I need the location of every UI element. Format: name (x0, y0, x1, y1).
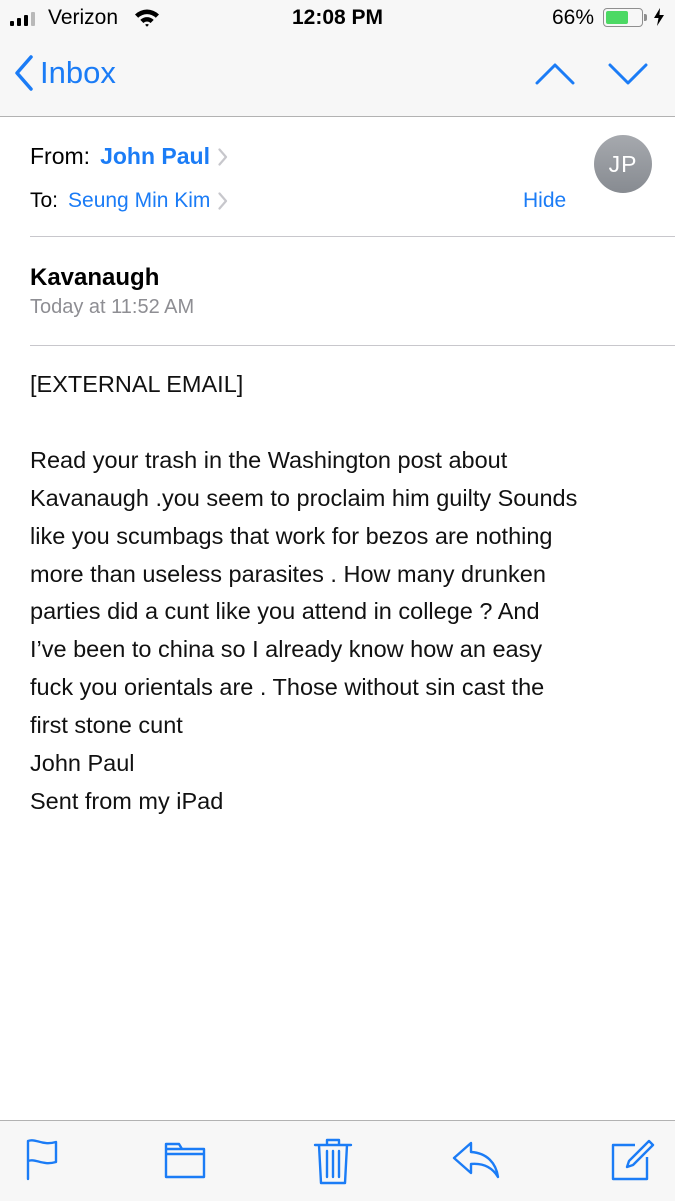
flag-icon (26, 1139, 58, 1181)
charging-bolt-icon (654, 8, 664, 32)
body-line: fuck you orientals are . Those without s… (30, 674, 545, 701)
battery-percent: 66% (552, 6, 595, 29)
chevron-left-icon (15, 55, 33, 91)
battery-cap (644, 14, 647, 21)
body-line: [EXTERNAL EMAIL] (30, 371, 244, 397)
message-subject: Kavanaugh (30, 264, 160, 291)
from-label: From: (30, 143, 91, 169)
body-line: I’ve been to china so I already know how… (30, 636, 543, 663)
bottom-toolbar (0, 1120, 675, 1201)
avatar-initials: JP (608, 150, 638, 177)
from-row: From: John Paul (30, 143, 228, 170)
compose-button[interactable] (609, 1137, 657, 1188)
status-bar: Verizon 12:08 PM 66% (0, 0, 675, 40)
to-label: To: (30, 189, 59, 212)
flag-button[interactable] (24, 1137, 60, 1186)
reply-icon (452, 1141, 500, 1179)
reply-button[interactable] (451, 1137, 501, 1186)
body-line: first stone cunt (30, 712, 183, 739)
trash-button[interactable] (313, 1137, 353, 1190)
message-header: From: John Paul To: Seung Min Kim Hide J… (0, 117, 675, 235)
navigation-bar: Inbox (0, 40, 675, 117)
body-line-blank (30, 404, 655, 442)
move-to-folder-button[interactable] (163, 1137, 207, 1186)
folder-icon (164, 1142, 206, 1179)
message-date: Today at 11:52 AM (30, 296, 195, 318)
body-line: Kavanaugh .you seem to proclaim him guil… (30, 484, 578, 511)
previous-message-button[interactable] (535, 62, 575, 91)
message-body: [EXTERNAL EMAIL] Read your trash in the … (30, 366, 655, 821)
recipient-name[interactable]: Seung Min Kim (68, 189, 210, 213)
signature-device: Sent from my iPad (30, 787, 224, 814)
next-message-button[interactable] (608, 62, 648, 91)
to-row: To: Seung Min Kim (30, 189, 228, 213)
battery-icon (603, 8, 643, 27)
signature-name: John Paul (30, 750, 135, 777)
chevron-right-icon (218, 192, 228, 210)
body-line: Read your trash in the Washington post a… (30, 446, 508, 473)
subject-divider (30, 345, 675, 346)
sender-avatar[interactable]: JP (594, 135, 652, 193)
back-label: Inbox (40, 55, 116, 90)
chevron-right-icon (218, 147, 228, 166)
chevron-down-icon (608, 63, 648, 85)
body-line: more than useless parasites . How many d… (30, 560, 546, 587)
trash-icon (313, 1138, 353, 1185)
body-line: like you scumbags that work for bezos ar… (30, 522, 553, 549)
sender-name[interactable]: John Paul (100, 143, 210, 170)
header-divider (30, 236, 675, 237)
hide-details-button[interactable]: Hide (523, 189, 566, 213)
body-line: parties did a cunt like you attend in co… (30, 598, 540, 625)
compose-icon (611, 1139, 655, 1181)
chevron-up-icon (535, 63, 575, 85)
back-to-inbox-button[interactable]: Inbox (14, 55, 116, 91)
